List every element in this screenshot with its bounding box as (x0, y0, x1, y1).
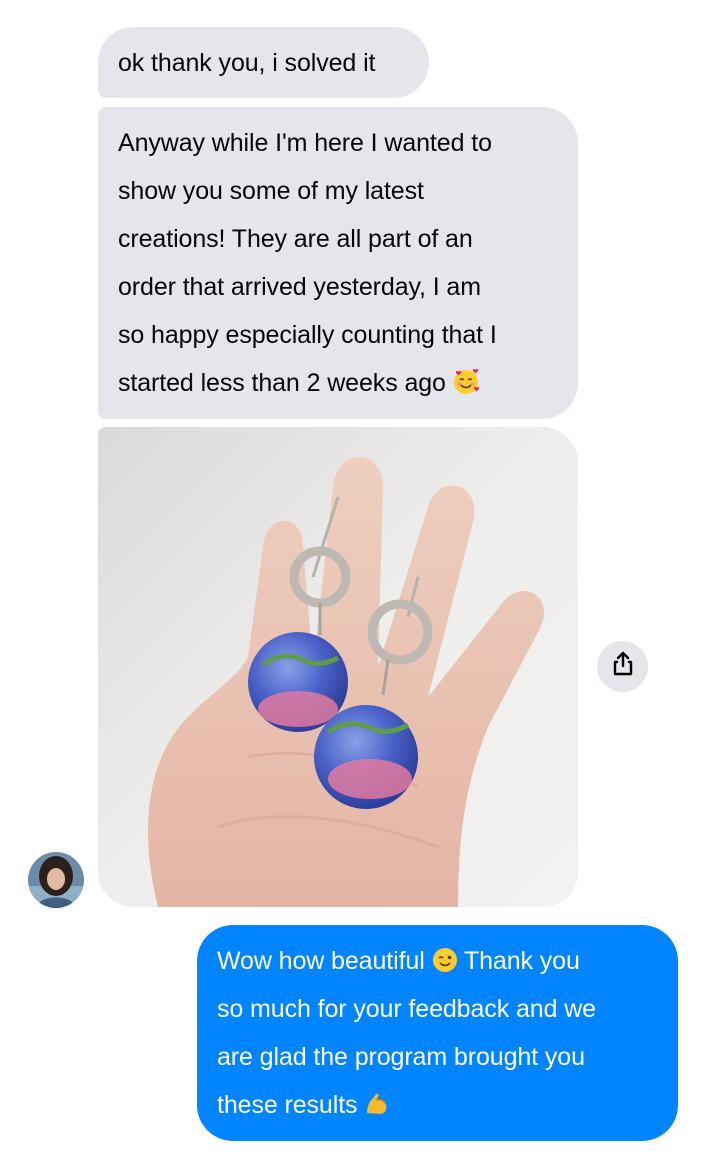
message-line-with-emoji: these results (217, 1081, 658, 1129)
message-line-with-emoji: Wow how beautiful Thank you (217, 937, 658, 985)
message-text: Wow how beautiful (217, 947, 425, 975)
message-line: show you some of my latest (118, 177, 424, 205)
share-button[interactable] (597, 641, 648, 692)
message-line: order that arrived yesterday, I am (118, 273, 481, 301)
message-text: Thank you (463, 947, 580, 975)
avatar[interactable] (28, 852, 84, 908)
message-line-with-emoji: started less than 2 weeks ago (118, 359, 558, 407)
message-line: so much for your feedback and we (217, 995, 596, 1023)
message-line: Anyway while I'm here I wanted to (118, 129, 492, 157)
incoming-message-bubble[interactable]: ok thank you, i solved it (98, 27, 429, 98)
message-text: ok thank you, i solved it (118, 49, 376, 77)
message-line: started less than 2 weeks ago (118, 369, 446, 397)
message-line: creations! They are all part of an (118, 225, 473, 253)
message-line: are glad the program brought you (217, 1043, 585, 1071)
message-line: so happy especially counting that I (118, 321, 497, 349)
smiling-face-with-hearts-emoji (453, 369, 479, 395)
outgoing-message-bubble[interactable]: Wow how beautiful Thank you so much for … (197, 925, 678, 1141)
earrings-photo[interactable] (98, 427, 578, 907)
incoming-message-bubble[interactable]: Anyway while I'm here I wanted to show y… (98, 107, 578, 419)
flexed-biceps-emoji (364, 1091, 390, 1117)
share-icon (611, 651, 635, 682)
message-text: these results (217, 1091, 358, 1119)
winking-face-emoji (432, 947, 458, 973)
